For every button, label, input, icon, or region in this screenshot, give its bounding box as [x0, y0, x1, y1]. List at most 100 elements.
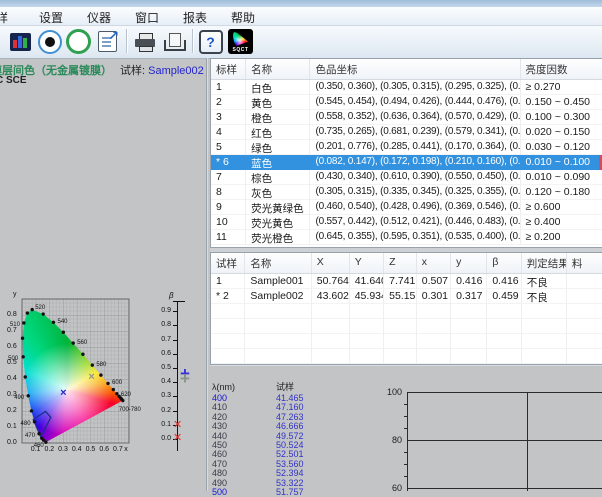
- column-header[interactable]: 名称: [246, 59, 310, 79]
- menu-item-help[interactable]: 帮助: [228, 8, 258, 27]
- column-header[interactable]: 名称: [245, 253, 311, 273]
- cell: (0.557, 0.442), (0.512, 0.421), (0.446, …: [310, 215, 520, 230]
- locus-dot: [24, 375, 27, 378]
- cell: (0.082, 0.147), (0.172, 0.198), (0.210, …: [310, 155, 520, 170]
- cell: 45.934: [350, 289, 384, 304]
- beta-tick-label: 0.1: [154, 421, 171, 428]
- measure-sample-button[interactable]: [65, 28, 92, 55]
- help-button[interactable]: ?: [197, 28, 224, 55]
- report-button[interactable]: ↗: [94, 28, 121, 55]
- cell: 荧光黄色: [246, 215, 310, 230]
- column-header[interactable]: 标样: [211, 59, 246, 79]
- menu-item-report[interactable]: 报表: [180, 8, 210, 27]
- standard-row[interactable]: 7棕色(0.430, 0.340), (0.610, 0.390), (0.55…: [211, 170, 602, 185]
- cell: 7.741: [384, 274, 417, 289]
- sample-row[interactable]: * 2Sample00243.60245.93455.1550.3010.317…: [211, 289, 602, 304]
- cell: 3: [211, 110, 246, 125]
- sqct-logo-button[interactable]: SQCT: [227, 28, 254, 55]
- toolbar: ↗ ? SQCT: [0, 26, 602, 59]
- vertical-splitter[interactable]: [206, 58, 207, 491]
- standard-row[interactable]: 2黄色(0.545, 0.454), (0.494, 0.426), (0.44…: [211, 95, 602, 110]
- sample-name-link[interactable]: Sample002: [148, 65, 204, 77]
- empty-row: [211, 334, 602, 349]
- standard-row[interactable]: 1白色(0.350, 0.360), (0.305, 0.315), (0.29…: [211, 80, 602, 95]
- locus-dot: [21, 355, 24, 358]
- standard-row[interactable]: 9荧光黄绿色(0.460, 0.540), (0.428, 0.496), (0…: [211, 200, 602, 215]
- cell: 5: [211, 140, 246, 155]
- cell: 0.459: [487, 289, 521, 304]
- cell: (0.460, 0.540), (0.428, 0.496), (0.369, …: [310, 200, 520, 215]
- cell: 0.317: [451, 289, 487, 304]
- save-button[interactable]: [160, 28, 187, 55]
- standard-row[interactable]: 4红色(0.735, 0.265), (0.681, 0.239), (0.57…: [211, 125, 602, 140]
- cell: 0.416: [487, 274, 521, 289]
- wavelength-label: 700-780: [119, 407, 141, 413]
- column-header[interactable]: Y: [350, 253, 384, 273]
- geometry-line: C SCE: [0, 75, 27, 86]
- cell: 红色: [246, 125, 310, 140]
- chart-view-button[interactable]: [7, 28, 34, 55]
- ring-icon: [66, 29, 91, 54]
- menu-item-settings[interactable]: 设置: [36, 8, 66, 27]
- cell: 0.030 ~ 0.120: [521, 140, 602, 155]
- app-window: { "window": { "menu": ["样", "设置", "仪器", …: [0, 0, 602, 491]
- cell: 棕色: [246, 170, 310, 185]
- cell: 0.416: [451, 274, 487, 289]
- cell: 荧光黄绿色: [246, 200, 310, 215]
- y-tick-label: 0.2: [7, 407, 17, 414]
- column-header[interactable]: 试样: [211, 253, 245, 273]
- cell: 2: [211, 95, 246, 110]
- cell: 不良: [522, 289, 567, 304]
- menu-item-window[interactable]: 窗口: [132, 8, 162, 27]
- print-button[interactable]: [131, 28, 158, 55]
- wavelength-label: 520: [35, 305, 45, 311]
- cell: 1: [211, 80, 246, 95]
- standard-row[interactable]: 3橙色(0.558, 0.352), (0.636, 0.364), (0.57…: [211, 110, 602, 125]
- spectral-table: λ(nm)试样 40041.46541047.16042047.26343046…: [212, 383, 352, 497]
- beta-tick-label: 0.2: [154, 407, 171, 414]
- column-header[interactable]: 判定结果: [522, 253, 567, 273]
- save-icon: [164, 33, 184, 51]
- menu-item-instrument[interactable]: 仪器: [84, 8, 114, 27]
- cell: Sample001: [245, 274, 311, 289]
- standard-row[interactable]: 10荧光黄色(0.557, 0.442), (0.512, 0.421), (0…: [211, 215, 602, 230]
- cell: 白色: [246, 80, 310, 95]
- beta-sample-marker: +: [180, 374, 190, 384]
- column-header[interactable]: X: [312, 253, 350, 273]
- x-tick-label: 0.6: [99, 446, 109, 453]
- cell: 10: [211, 215, 246, 230]
- locus-dot: [112, 388, 115, 391]
- cell: [567, 274, 602, 289]
- column-header[interactable]: Z: [384, 253, 417, 273]
- column-header[interactable]: 亮度因数: [521, 59, 602, 79]
- cell: * 2: [211, 289, 245, 304]
- y-tick-label: 0.7: [7, 327, 17, 334]
- locus-dot: [30, 409, 33, 412]
- menu-item-clipped[interactable]: 样: [0, 8, 11, 27]
- gridline-vertical: [527, 392, 528, 491]
- standard-row-selected[interactable]: * 6蓝色(0.082, 0.147), (0.172, 0.198), (0.…: [211, 155, 602, 170]
- wavelength-label: 560: [77, 340, 87, 346]
- spectral-row[interactable]: 50051.757: [212, 488, 352, 497]
- beta-tick-label: 0.0: [154, 435, 171, 442]
- standard-row[interactable]: 8灰色(0.305, 0.315), (0.335, 0.345), (0.32…: [211, 185, 602, 200]
- column-header[interactable]: x: [417, 253, 451, 273]
- standard-row[interactable]: 11荧光橙色(0.645, 0.355), (0.595, 0.351), (0…: [211, 230, 602, 245]
- sample-row[interactable]: 1Sample00150.76441.6407.7410.5070.4160.4…: [211, 274, 602, 289]
- gridline-60: [407, 488, 602, 489]
- empty-row: [211, 319, 602, 334]
- beta-tick-label: 0.3: [154, 392, 171, 399]
- cell: (0.735, 0.265), (0.681, 0.239), (0.579, …: [310, 125, 520, 140]
- y-tick-label: 0.8: [7, 311, 17, 318]
- standard-row[interactable]: 5绿色(0.201, 0.776), (0.285, 0.441), (0.17…: [211, 140, 602, 155]
- y-tick-label: 0.1: [7, 423, 17, 430]
- measure-standard-button[interactable]: [36, 28, 63, 55]
- column-header[interactable]: 色品坐标: [310, 59, 520, 79]
- column-header[interactable]: 料: [567, 253, 602, 273]
- locus-dot: [40, 437, 43, 440]
- wavelength-label: 580: [96, 362, 106, 368]
- column-header[interactable]: y: [451, 253, 487, 273]
- column-header[interactable]: β: [487, 253, 521, 273]
- x-tick-label: 0.2: [44, 446, 54, 453]
- beta-tick-label: 0.8: [154, 321, 171, 328]
